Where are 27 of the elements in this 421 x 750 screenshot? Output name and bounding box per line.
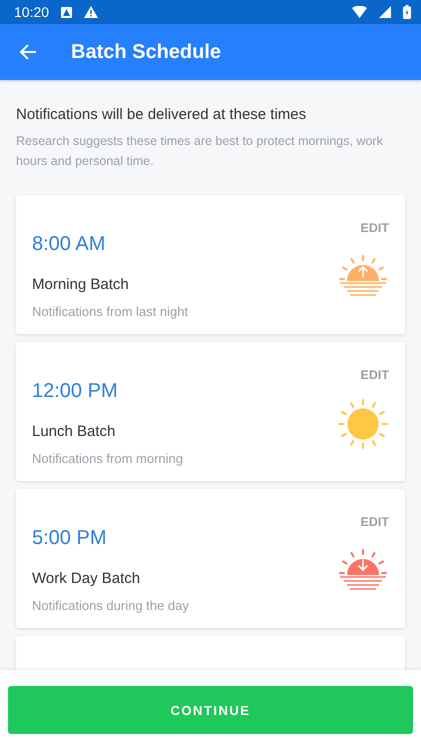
continue-button[interactable]: CONTINUE bbox=[8, 686, 413, 734]
edit-button[interactable]: EDIT bbox=[360, 221, 389, 235]
photo-notification-icon bbox=[61, 6, 72, 18]
batch-description: Notifications from morning bbox=[32, 451, 183, 466]
batch-card[interactable]: 12:00 PM Lunch Batch Notifications from morning EDIT bbox=[16, 342, 405, 481]
back-button[interactable] bbox=[18, 42, 38, 62]
batch-card[interactable]: 8:00 AM Morning Batch Notifications from last night EDIT bbox=[16, 195, 405, 334]
batch-name: Morning Batch bbox=[32, 276, 130, 293]
edit-button[interactable]: EDIT bbox=[360, 515, 389, 529]
batch-time: 5:00 PM bbox=[32, 527, 108, 550]
wifi-icon bbox=[352, 6, 367, 18]
edit-button[interactable]: EDIT bbox=[360, 368, 389, 382]
batch-card[interactable]: 5:00 PM Work Day Batch Notifications during the day EDIT bbox=[16, 489, 405, 628]
batch-time: 12:00 PM bbox=[32, 380, 119, 403]
signal-icon bbox=[379, 6, 391, 18]
batch-name: Work Day Batch bbox=[32, 570, 142, 587]
batch-description: Notifications during the day bbox=[32, 598, 189, 613]
section-heading: Notifications will be delivered at these times bbox=[16, 106, 308, 123]
status-time: 10:20 bbox=[14, 4, 50, 20]
sun-icon bbox=[337, 398, 389, 450]
page-title: Batch Schedule bbox=[71, 40, 222, 64]
batch-description: Notifications from last night bbox=[32, 304, 188, 319]
batch-name: Lunch Batch bbox=[32, 423, 116, 440]
battery-icon bbox=[403, 5, 411, 19]
warning-icon bbox=[84, 6, 98, 18]
section-description: Research suggests these times are best to protect mornings, work hours and personal time. bbox=[16, 133, 384, 170]
batch-time: 8:00 AM bbox=[32, 233, 106, 256]
